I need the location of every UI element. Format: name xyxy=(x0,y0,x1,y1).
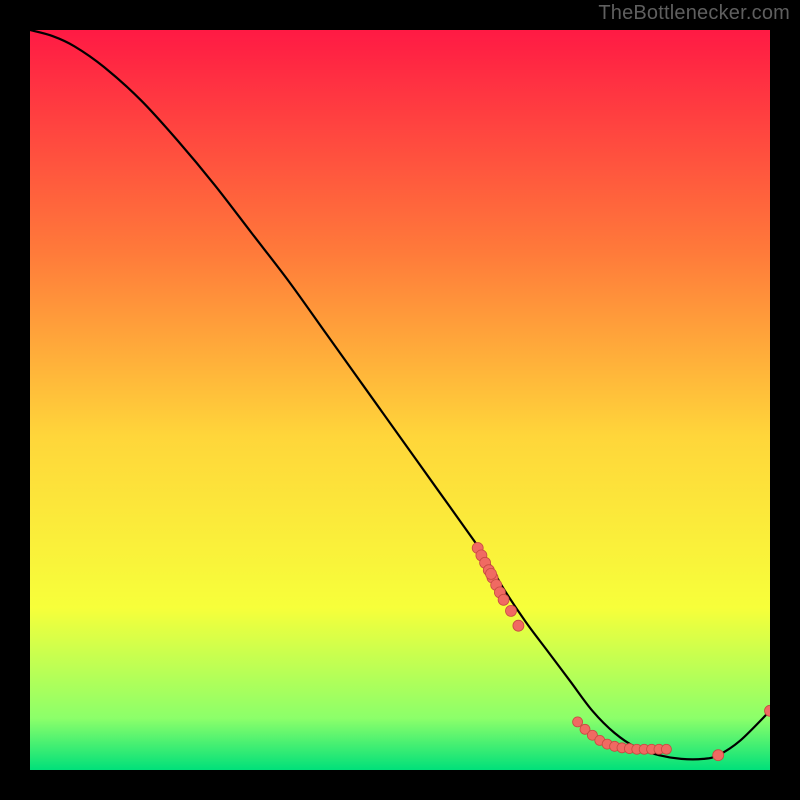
plot-svg xyxy=(30,30,770,770)
data-marker xyxy=(573,717,583,727)
gradient-background xyxy=(30,30,770,770)
plot-area xyxy=(30,30,770,770)
data-marker xyxy=(486,568,497,579)
data-marker xyxy=(713,750,724,761)
data-marker xyxy=(498,594,509,605)
chart-frame: TheBottlenecker.com xyxy=(0,0,800,800)
data-marker xyxy=(513,620,524,631)
data-marker xyxy=(661,744,671,754)
data-marker xyxy=(506,605,517,616)
attribution-label: TheBottlenecker.com xyxy=(598,2,790,25)
